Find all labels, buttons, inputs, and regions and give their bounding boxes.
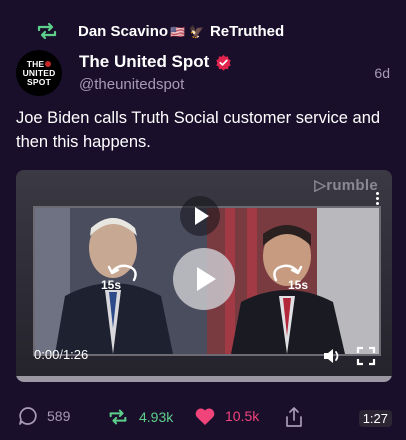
skip-back-label: 15s bbox=[101, 278, 122, 292]
post-actions: 589 4.93k 10.5k 1:27 bbox=[16, 406, 392, 434]
retruth-count: 4.93k bbox=[139, 409, 174, 425]
share-button[interactable] bbox=[284, 406, 313, 428]
author-handle[interactable]: @theunitedspot bbox=[79, 76, 184, 93]
post-header: THE UNITED SPOT The United Spot @theunit… bbox=[16, 50, 390, 98]
video-player[interactable]: ▷rumble 15s 15s 0:00/1:26 bbox=[16, 170, 392, 382]
post-time[interactable]: 6d bbox=[374, 65, 390, 81]
retruth-banner: Dan Scavino 🇺🇸 🦅 ReTruthed bbox=[34, 18, 284, 44]
us-flag-icon: 🇺🇸 bbox=[170, 24, 185, 39]
rumble-watermark: ▷rumble bbox=[314, 177, 378, 194]
reply-count: 589 bbox=[47, 408, 71, 424]
video-time-readout: 0:00/1:26 bbox=[34, 347, 89, 362]
video-progress-bar[interactable] bbox=[16, 376, 392, 382]
retruth-user[interactable]: Dan Scavino 🇺🇸 🦅 bbox=[78, 23, 206, 40]
heart-icon bbox=[195, 408, 215, 425]
avatar[interactable]: THE UNITED SPOT bbox=[16, 50, 62, 96]
verified-badge-icon bbox=[216, 54, 232, 71]
like-button[interactable]: 10.5k bbox=[194, 406, 259, 426]
retruth-action-icon bbox=[109, 409, 127, 425]
skip-forward-label: 15s bbox=[288, 278, 309, 292]
reply-button[interactable]: 589 bbox=[18, 406, 70, 426]
skip-back-button[interactable]: 15s bbox=[101, 258, 140, 294]
share-icon bbox=[286, 407, 302, 427]
play-center-icon[interactable] bbox=[173, 248, 235, 310]
author-name[interactable]: The United Spot bbox=[79, 52, 209, 72]
reply-icon bbox=[19, 407, 37, 425]
retruth-icon bbox=[37, 22, 57, 40]
like-count: 10.5k bbox=[225, 408, 260, 424]
rumble-logo-icon: ▷ bbox=[314, 177, 327, 194]
post-text: Joe Biden calls Truth Social customer se… bbox=[16, 109, 381, 151]
fullscreen-icon[interactable] bbox=[356, 346, 376, 366]
avatar-dot bbox=[45, 60, 52, 67]
retruth-button[interactable]: 4.93k bbox=[106, 406, 173, 428]
more-options-icon[interactable] bbox=[376, 190, 380, 207]
duration-badge: 1:27 bbox=[358, 410, 392, 427]
skip-forward-button[interactable]: 15s bbox=[270, 258, 309, 294]
retruth-action: ReTruthed bbox=[209, 22, 285, 40]
play-top-icon[interactable] bbox=[180, 196, 220, 236]
eagle-icon: 🦅 bbox=[188, 24, 204, 39]
volume-icon[interactable] bbox=[322, 346, 342, 366]
